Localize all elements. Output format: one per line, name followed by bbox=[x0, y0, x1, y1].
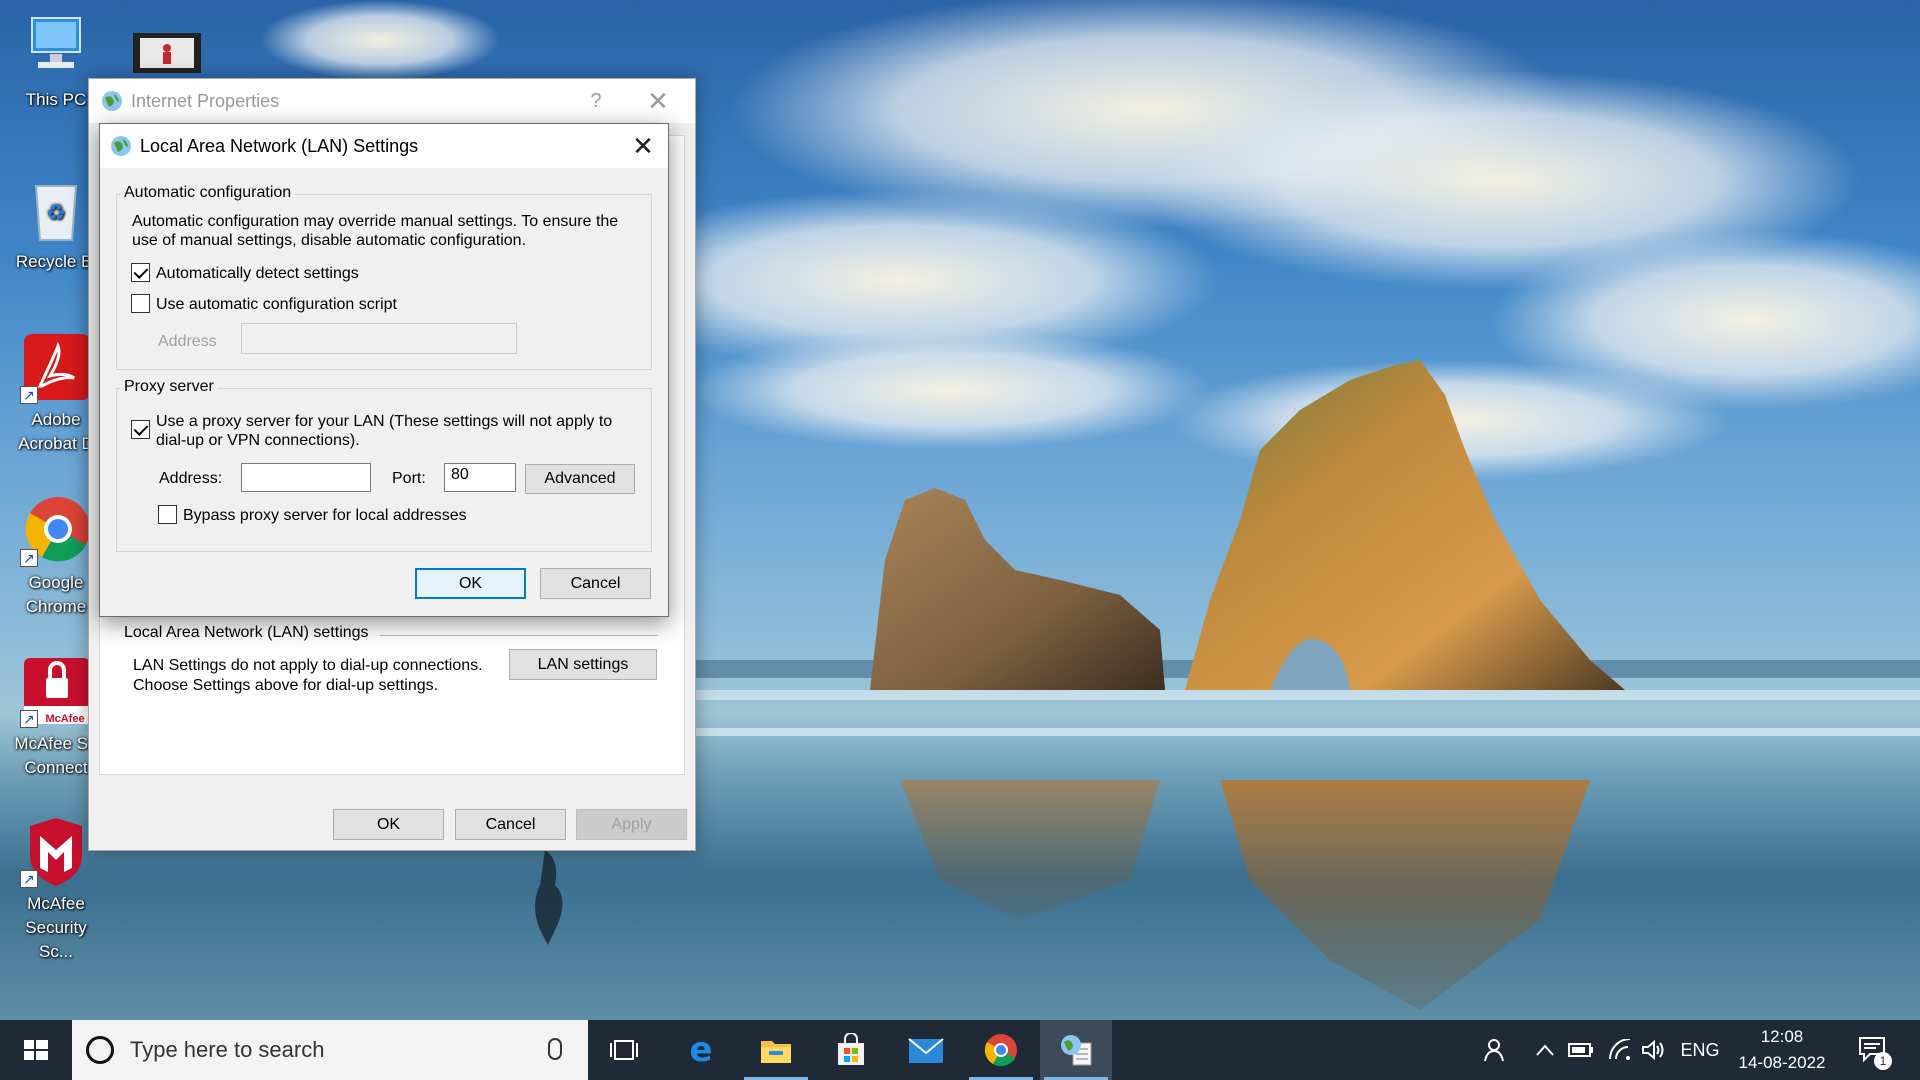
taskbar-mail[interactable] bbox=[890, 1020, 962, 1080]
proxy-address-input[interactable] bbox=[241, 463, 371, 492]
use-proxy-checkbox[interactable] bbox=[131, 420, 150, 439]
mcafee-safe-connect-icon: McAfee bbox=[20, 656, 92, 731]
lan-settings-dialog: Local Area Network (LAN) Settings ✕ Auto… bbox=[99, 123, 669, 617]
lan-dialog-close-button[interactable]: ✕ bbox=[626, 132, 660, 160]
shortcut-arrow-icon bbox=[20, 383, 38, 407]
show-hidden-icons-button[interactable] bbox=[1530, 1020, 1560, 1080]
clock-time: 12:08 bbox=[1760, 1027, 1804, 1046]
internet-properties-titlebar[interactable]: Internet Properties ? ✕ bbox=[89, 79, 695, 123]
bypass-local-label[interactable]: Bypass proxy server for local addresses bbox=[183, 506, 467, 525]
lan-dialog-title: Local Area Network (LAN) Settings bbox=[140, 135, 419, 156]
description-line: Automatic configuration may override man… bbox=[132, 213, 619, 230]
acrobat-icon bbox=[20, 332, 92, 407]
desktop-icon-label: McAfee bbox=[27, 894, 85, 913]
advanced-button[interactable]: Advanced bbox=[525, 464, 635, 494]
edge-icon: e bbox=[689, 1033, 712, 1067]
taskbar: Type here to search e ENG 12:08 14-08-20… bbox=[0, 1020, 1920, 1080]
clock-date: 14-08-2022 bbox=[1738, 1053, 1826, 1072]
task-view-button[interactable] bbox=[588, 1020, 660, 1080]
lan-section-description: LAN Settings do not apply to dial-up con… bbox=[133, 656, 503, 696]
folder-icon bbox=[761, 1041, 791, 1063]
chrome-icon bbox=[984, 1034, 1017, 1067]
shortcut-arrow-icon bbox=[20, 867, 38, 891]
mail-icon bbox=[908, 1038, 944, 1063]
svg-text:♻: ♻ bbox=[46, 201, 66, 226]
network-indicator[interactable] bbox=[1604, 1020, 1636, 1080]
description-line: use of manual settings, disable automati… bbox=[132, 232, 527, 249]
store-icon bbox=[838, 1033, 864, 1065]
lan-desc-line: LAN Settings do not apply to dial-up con… bbox=[133, 657, 483, 674]
lan-dialog-titlebar[interactable]: Local Area Network (LAN) Settings ✕ bbox=[100, 124, 668, 168]
ip-ok-button[interactable]: OK bbox=[333, 809, 444, 840]
lan-ok-button[interactable]: OK bbox=[415, 568, 526, 599]
chrome-icon bbox=[20, 495, 92, 570]
internet-properties-close-button[interactable]: ✕ bbox=[642, 87, 674, 115]
shortcut-arrow-icon bbox=[20, 707, 38, 731]
bypass-local-checkbox[interactable] bbox=[158, 505, 177, 524]
use-proxy-label[interactable]: Use a proxy server for your LAN (These s… bbox=[156, 412, 612, 450]
search-placeholder: Type here to search bbox=[130, 1037, 325, 1062]
taskbar-store[interactable] bbox=[815, 1020, 887, 1080]
battery-icon bbox=[1568, 1043, 1593, 1057]
taskbar-search-box[interactable]: Type here to search bbox=[72, 1020, 588, 1080]
computer-icon bbox=[20, 12, 92, 84]
internet-globe-icon bbox=[110, 135, 132, 157]
use-proxy-line: dial-up or VPN connections). bbox=[156, 432, 360, 449]
taskbar-internet-options[interactable] bbox=[1040, 1020, 1112, 1080]
auto-config-group-label: Automatic configuration bbox=[120, 184, 296, 202]
chevron-up-icon bbox=[1536, 1044, 1554, 1056]
ip-apply-button[interactable]: Apply bbox=[576, 809, 687, 840]
use-proxy-line: Use a proxy server for your LAN (These s… bbox=[156, 413, 613, 430]
task-view-icon bbox=[610, 1040, 638, 1060]
help-button[interactable]: ? bbox=[582, 87, 610, 115]
volume-indicator[interactable] bbox=[1638, 1020, 1670, 1080]
ip-cancel-button[interactable]: Cancel bbox=[455, 809, 566, 840]
auto-detect-settings-label[interactable]: Automatically detect settings bbox=[156, 264, 359, 283]
people-button[interactable] bbox=[1475, 1020, 1515, 1080]
taskbar-chrome[interactable] bbox=[965, 1020, 1037, 1080]
internet-options-icon bbox=[1061, 1035, 1092, 1066]
lan-section-title: Local Area Network (LAN) settings bbox=[124, 624, 377, 642]
script-address-label: Address bbox=[158, 333, 217, 350]
lan-cancel-button[interactable]: Cancel bbox=[540, 568, 651, 599]
internet-globe-icon bbox=[101, 90, 123, 112]
script-address-input[interactable] bbox=[241, 323, 517, 354]
video-file-icon[interactable] bbox=[132, 32, 202, 74]
lan-settings-button[interactable]: LAN settings bbox=[509, 649, 657, 680]
lan-section-divider bbox=[380, 635, 658, 636]
use-config-script-label[interactable]: Use automatic configuration script bbox=[156, 295, 397, 314]
taskbar-edge[interactable]: e bbox=[665, 1020, 737, 1080]
internet-properties-title: Internet Properties bbox=[131, 90, 280, 111]
svg-text:e: e bbox=[689, 1033, 712, 1067]
battery-indicator[interactable] bbox=[1565, 1020, 1597, 1080]
people-icon bbox=[1484, 1039, 1504, 1062]
cortana-icon bbox=[86, 1036, 114, 1064]
desktop-icon-label: Security Sc... bbox=[25, 918, 87, 961]
proxy-port-label: Port: bbox=[392, 470, 426, 487]
shortcut-arrow-icon bbox=[20, 546, 38, 570]
windows-logo-icon bbox=[24, 1040, 48, 1060]
auto-detect-settings-checkbox[interactable] bbox=[131, 263, 150, 282]
taskbar-file-explorer[interactable] bbox=[740, 1020, 812, 1080]
use-config-script-checkbox[interactable] bbox=[131, 294, 150, 313]
proxy-server-group-label: Proxy server bbox=[120, 378, 218, 396]
action-center-button[interactable]: 1 bbox=[1852, 1020, 1894, 1080]
start-button[interactable] bbox=[0, 1020, 72, 1080]
language-indicator[interactable]: ENG bbox=[1678, 1020, 1722, 1080]
proxy-port-input[interactable]: 80 bbox=[444, 463, 516, 492]
mcafee-security-icon bbox=[20, 816, 92, 891]
notification-count-badge: 1 bbox=[1874, 1052, 1892, 1070]
auto-config-description: Automatic configuration may override man… bbox=[132, 212, 618, 250]
mcafee-badge: McAfee bbox=[45, 713, 85, 725]
proxy-address-label: Address: bbox=[159, 470, 223, 487]
recycle-bin-icon: ♻ bbox=[20, 174, 92, 246]
wifi-icon bbox=[1609, 1039, 1631, 1060]
lan-desc-line: Choose Settings above for dial-up settin… bbox=[133, 677, 439, 694]
taskbar-clock[interactable]: 12:08 14-08-2022 bbox=[1730, 1024, 1834, 1076]
microphone-icon[interactable] bbox=[548, 1038, 562, 1060]
speaker-icon bbox=[1642, 1039, 1664, 1061]
